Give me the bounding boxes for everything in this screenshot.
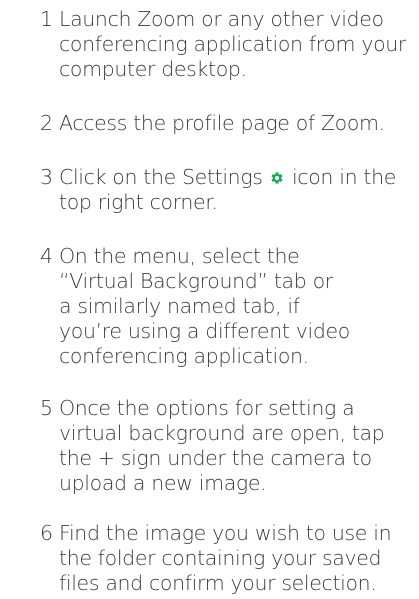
step-text: Launch Zoom or any other video conferenc… (40, 7, 419, 82)
step-number: 5 (40, 396, 53, 420)
step-line: Launch Zoom or any other video (59, 7, 384, 31)
step-2: 2 Access the profile page of Zoom. (40, 111, 419, 136)
step-4: 4 On the menu, select the “Virtual Backg… (40, 244, 419, 369)
step-line: the folder containing your saved (59, 546, 382, 570)
step-number: 2 (40, 111, 53, 135)
step-line-before-icon: Click on the Settings (59, 165, 263, 189)
step-text: Once the options for setting a virtual b… (40, 396, 419, 496)
step-line: Once the options for setting a (59, 396, 355, 420)
step-1: 1 Launch Zoom or any other video confere… (40, 7, 419, 82)
step-line: you’re using a different video (59, 319, 350, 343)
step-text: On the menu, select the “Virtual Backgro… (40, 244, 419, 369)
step-line: Find the image you wish to use in (59, 521, 392, 545)
step-text: Click on the Settings icon in the top ri… (40, 165, 419, 215)
step-line: On the menu, select the (59, 244, 300, 268)
step-line: a similarly named tab, if (59, 294, 300, 318)
step-line: computer desktop. (59, 57, 247, 81)
step-line: virtual background are open, tap (59, 421, 385, 445)
step-line: Access the profile page of Zoom. (59, 111, 385, 135)
step-line: files and confirm your selection. (59, 571, 377, 595)
step-number: 3 (40, 165, 53, 189)
step-text: Access the profile page of Zoom. (40, 111, 419, 136)
step-line: upload a new image. (59, 471, 267, 495)
step-number: 1 (40, 7, 53, 31)
step-line-after-icon: icon in the (291, 165, 396, 189)
step-6: 6 Find the image you wish to use in the … (40, 521, 419, 596)
step-line: top right corner. (59, 190, 218, 214)
step-line: conferencing application. (59, 344, 309, 368)
step-number: 6 (40, 521, 53, 545)
instructions-page: { "steps": [ { "number": "1", "lines": [… (0, 0, 419, 599)
step-line: Click on the Settings icon in the (59, 165, 419, 190)
step-text: Find the image you wish to use in the fo… (40, 521, 419, 596)
step-number: 4 (40, 244, 53, 268)
gear-icon (270, 171, 284, 185)
step-3: 3 Click on the Settings icon in the top … (40, 165, 419, 215)
step-line: conferencing application from your (59, 32, 407, 56)
step-5: 5 Once the options for setting a virtual… (40, 396, 419, 496)
step-line: “Virtual Background” tab or (59, 269, 333, 293)
step-line: the + sign under the camera to (59, 446, 372, 470)
